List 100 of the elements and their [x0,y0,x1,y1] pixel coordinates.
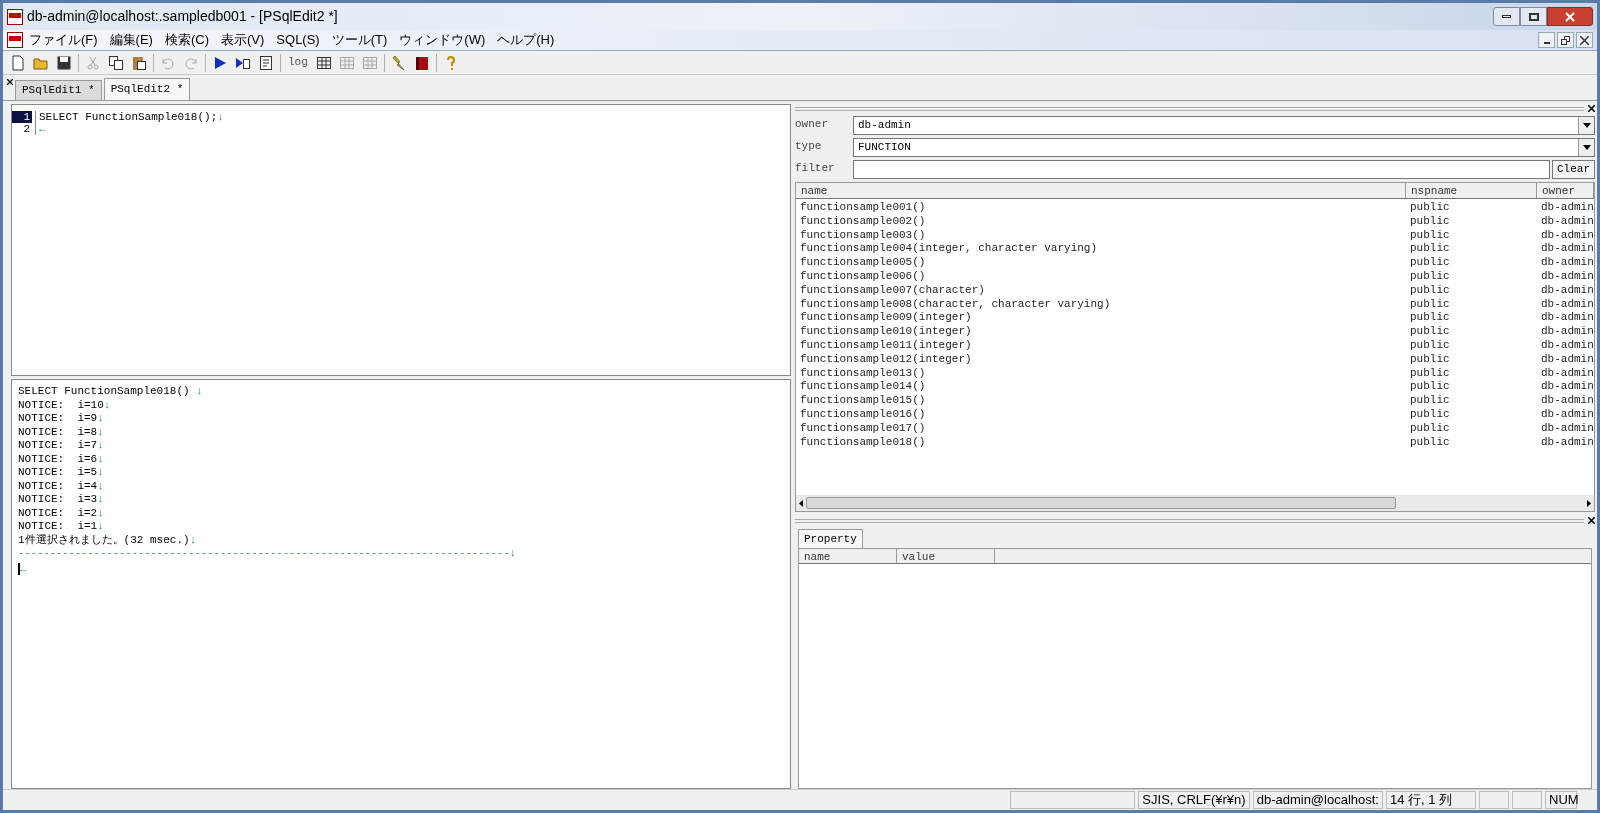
document-lines-icon [258,54,274,71]
field-label: filter [795,161,836,176]
line-end-mark: ↓ [196,385,203,399]
table-cell-text: db-admin [1540,228,1594,243]
table-cell-text: db-admin [1540,407,1594,422]
table-cell-text: functionsample005() [799,256,927,270]
table-cell-text: functionsample011(integer) [799,338,973,353]
mdi-close-icon [1580,35,1589,45]
editor-tab[interactable]: PSqlEdit1 * [15,80,102,100]
status-panel [1479,791,1509,809]
table-cell-text: public [1409,201,1451,215]
field-label: owner [795,117,829,132]
output-line: NOTICE: i=8 [18,425,98,439]
line-end-mark: ↓ [97,452,104,466]
dropdown[interactable]: db-admin [853,116,1595,135]
column-header[interactable]: name [796,183,1406,198]
status-text: 14 行, 1 列 [1386,791,1476,809]
property-tab[interactable]: Property [798,529,863,548]
table-cell-text: functionsample016() [799,407,927,422]
table-cell-text: functionsample002() [799,214,927,229]
menu-item[interactable]: ツール(T) [325,30,394,50]
mdi-close-button[interactable] [1576,32,1593,48]
output-line: NOTICE: i=2 [18,506,98,520]
horizontal-scrollbar[interactable] [796,495,1594,511]
menu-item[interactable]: ヘルプ(H) [491,30,561,50]
output-line: NOTICE: i=10 [18,398,104,412]
code-line: SELECT FunctionSample018(); [39,111,218,123]
status-text: SJIS, CRLF(¥r¥n) [1138,791,1250,809]
column-header[interactable]: value [897,549,995,563]
table-cell-text: public [1409,242,1451,257]
mdi-restore-icon [1561,35,1570,45]
maximize-button[interactable] [1520,7,1547,26]
line-end-mark: ↓ [97,506,104,520]
line-end-mark: ↓ [217,111,224,123]
separator-line: ------------------------------------------------------------------------------ [18,547,510,561]
table-cell-text: db-admin [1540,366,1594,381]
line-end-mark: ← [20,562,27,576]
table-cell-text: functionsample012(integer) [799,352,973,367]
close-icon [1565,11,1575,22]
table-cell-text: functionsample006() [799,270,927,284]
scrollbar-thumb[interactable] [806,497,1396,509]
table-cell-text: db-admin [1540,297,1594,312]
table-cell-text: public [1409,311,1451,326]
sql-editor[interactable]: 1 SELECT FunctionSample018();↓ 2 ← [11,104,791,376]
dropdown-arrow-icon [1582,123,1591,128]
close-icon[interactable] [7,79,13,85]
table-cell-text: public [1409,380,1451,395]
table-cell-text: functionsample013() [799,366,927,381]
table-cell-text: db-admin [1540,338,1594,353]
close-button[interactable] [1547,7,1593,26]
line-end-mark: ↓ [103,398,111,412]
scroll-right-icon[interactable] [1587,499,1591,507]
line-end-mark: ↓ [97,479,104,493]
line-end-mark: ↓ [97,439,104,453]
log-button[interactable]: log [286,57,310,68]
new-file-icon [10,54,26,71]
field-label: type [795,139,823,154]
dropdown-arrow-icon [1582,145,1591,150]
close-icon[interactable] [1588,517,1595,524]
table-cell-text: functionsample008(character, character varying) [799,297,1112,312]
table-cell-text: db-admin [1540,214,1594,229]
table-cell-text: db-admin [1540,311,1594,326]
minimize-button[interactable] [1493,7,1520,26]
close-icon[interactable] [1588,105,1595,112]
table-cell-text: functionsample017() [799,421,927,436]
editor-tab[interactable]: PSqlEdit2 * [103,78,191,100]
scissors-icon [85,54,101,71]
table-cell-text: db-admin [1540,421,1594,436]
clear-button[interactable]: Clear [1552,160,1595,179]
scroll-left-icon[interactable] [799,499,803,507]
table-cell-text: functionsample010(integer) [799,325,973,339]
table-cell-text: public [1409,421,1451,436]
output-line: NOTICE: i=4 [18,479,98,493]
mdi-minimize-button[interactable] [1538,32,1555,48]
menu-item[interactable]: 編集(E) [103,30,159,50]
dropdown[interactable]: FUNCTION [853,138,1595,157]
menu-item[interactable]: SQL(S) [270,30,326,50]
menu-item[interactable]: ファイル(F) [23,30,104,50]
document-icon [7,32,23,48]
table-cell-text: functionsample014() [799,380,927,395]
mdi-restore-button[interactable] [1557,32,1574,48]
copy-icon [108,54,124,71]
output-line: NOTICE: i=3 [18,493,98,507]
menu-item[interactable]: 表示(V) [215,30,271,50]
column-header[interactable]: name [799,549,897,563]
status-panel [1512,791,1542,809]
table-cell-text: functionsample003() [799,228,927,243]
line-end-mark: ↓ [97,412,104,426]
filter-field[interactable] [853,160,1550,179]
table-cell-text: functionsample001() [799,201,927,215]
menu-item[interactable]: 検索(C) [158,30,215,50]
table-cell-text: db-admin [1540,394,1594,408]
clipboard-icon [131,54,147,71]
menu-item[interactable]: ウィンドウ(W) [393,30,492,50]
table-cell-text: db-admin [1540,435,1594,450]
column-header[interactable]: owner [1537,183,1594,198]
table-cell-text: db-admin [1540,201,1594,215]
column-header[interactable]: nspname [1406,183,1537,198]
toolbar-button[interactable] [257,53,275,72]
toolbar-button[interactable] [107,53,125,72]
